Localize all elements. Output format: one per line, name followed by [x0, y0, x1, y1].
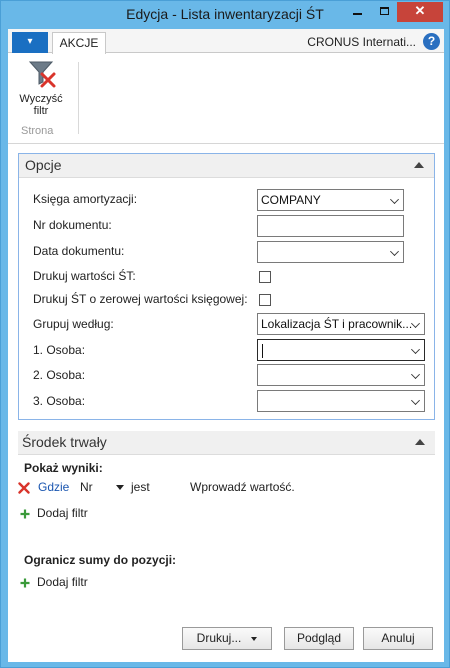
ksiega-label: Księga amortyzacji: — [33, 192, 138, 206]
maximize-button[interactable] — [371, 2, 397, 22]
filter-where-link[interactable]: Gdzie — [38, 480, 69, 494]
fasttab-srodek-trwaly-header[interactable]: Środek trwały — [18, 431, 435, 455]
cancel-button[interactable]: Anuluj — [363, 627, 433, 650]
help-icon[interactable]: ? — [423, 33, 440, 50]
drukuj-wartosci-checkbox[interactable] — [259, 271, 271, 283]
remove-filter-icon[interactable] — [18, 482, 30, 494]
clear-filter-icon — [28, 61, 56, 88]
osoba3-input[interactable] — [257, 390, 425, 412]
minimize-icon — [353, 13, 362, 15]
filter-value-input[interactable]: Wprowadź wartość. — [190, 480, 295, 494]
filter-field-dropdown-icon[interactable] — [116, 485, 124, 490]
fasttab-opcje-title: Opcje — [25, 157, 62, 173]
ksiega-value: COMPANY — [261, 193, 321, 207]
chevron-down-icon[interactable] — [411, 345, 420, 354]
osoba2-input[interactable] — [257, 364, 425, 386]
chevron-down-icon[interactable] — [390, 195, 399, 204]
pokaz-wyniki-title: Pokaż wyniki: — [24, 461, 103, 475]
fasttab-srodek-title: Środek trwały — [22, 434, 107, 450]
add-filter-button[interactable]: Dodaj filtr — [37, 506, 88, 520]
chevron-down-icon[interactable] — [411, 396, 420, 405]
chevron-down-icon[interactable] — [411, 370, 420, 379]
print-button-label: Drukuj... — [196, 631, 242, 645]
print-button[interactable]: Drukuj... — [182, 627, 272, 650]
chevron-down-icon: ▾ — [27, 36, 33, 47]
client-area: ▾ AKCJE CRONUS Internati... ? Wyczyść fi… — [8, 29, 444, 662]
osoba3-label: 3. Osoba: — [33, 394, 86, 408]
ogranicz-title: Ogranicz sumy do pozycji: — [24, 553, 177, 567]
chevron-down-icon[interactable] — [411, 319, 420, 328]
application-menu-button[interactable]: ▾ — [12, 32, 48, 53]
close-button[interactable]: ✕ — [397, 2, 443, 22]
data-dokumentu-label: Data dokumentu: — [33, 244, 125, 258]
grupuj-select[interactable]: Lokalizacja ŚT i pracownik... — [257, 313, 425, 335]
clear-filter-button[interactable]: Wyczyść filtr — [16, 58, 66, 122]
ribbon-group-label: Strona — [21, 125, 54, 137]
preview-button[interactable]: Podgląd — [284, 627, 354, 650]
company-name[interactable]: CRONUS Internati... — [307, 35, 416, 49]
collapse-icon[interactable] — [415, 439, 425, 445]
osoba2-label: 2. Osoba: — [33, 368, 86, 382]
maximize-icon — [379, 7, 389, 15]
grupuj-value: Lokalizacja ŚT i pracownik... — [261, 317, 413, 331]
data-dokumentu-input[interactable] — [257, 241, 404, 263]
clear-filter-label-2: filtr — [33, 105, 49, 117]
ribbon: Wyczyść filtr Strona — [8, 54, 444, 144]
ribbon-group-separator — [78, 62, 79, 134]
osoba1-input[interactable] — [257, 339, 425, 361]
grupuj-label: Grupuj według: — [33, 317, 114, 331]
drukuj-zero-label: Drukuj ŚT o zerowej wartości księgowej: — [33, 292, 248, 306]
nr-dokumentu-input[interactable] — [257, 215, 404, 237]
content-area: Opcje Księga amortyzacji: COMPANY Nr dok… — [8, 145, 444, 662]
collapse-icon[interactable] — [414, 162, 424, 168]
ksiega-select[interactable]: COMPANY — [257, 189, 404, 211]
ribbon-tab-row: ▾ AKCJE CRONUS Internati... ? — [8, 29, 444, 54]
chevron-down-icon[interactable] — [390, 247, 399, 256]
fasttab-opcje: Opcje Księga amortyzacji: COMPANY Nr dok… — [18, 153, 435, 420]
close-icon: ✕ — [414, 3, 426, 18]
text-caret — [262, 343, 263, 358]
add-filter-button-2[interactable]: Dodaj filtr — [37, 575, 88, 589]
minimize-button[interactable] — [344, 2, 371, 22]
chevron-down-icon[interactable] — [251, 636, 258, 641]
dialog-window: Edycja - Lista inwentaryzacji ŚT ✕ ▾ AKC… — [0, 0, 450, 668]
fasttab-opcje-header[interactable]: Opcje — [19, 154, 434, 178]
filter-field[interactable]: Nr — [80, 480, 93, 494]
nr-dokumentu-label: Nr dokumentu: — [33, 218, 112, 232]
plus-icon[interactable] — [20, 578, 30, 588]
filter-operator: jest — [131, 480, 150, 494]
drukuj-wartosci-label: Drukuj wartości ŚT: — [33, 269, 136, 283]
clear-filter-label-1: Wyczyść — [19, 93, 63, 105]
osoba1-label: 1. Osoba: — [33, 343, 86, 357]
title-bar[interactable]: Edycja - Lista inwentaryzacji ŚT ✕ — [1, 1, 449, 28]
tab-akcje[interactable]: AKCJE — [52, 32, 106, 54]
plus-icon[interactable] — [20, 509, 30, 519]
drukuj-zero-checkbox[interactable] — [259, 294, 271, 306]
